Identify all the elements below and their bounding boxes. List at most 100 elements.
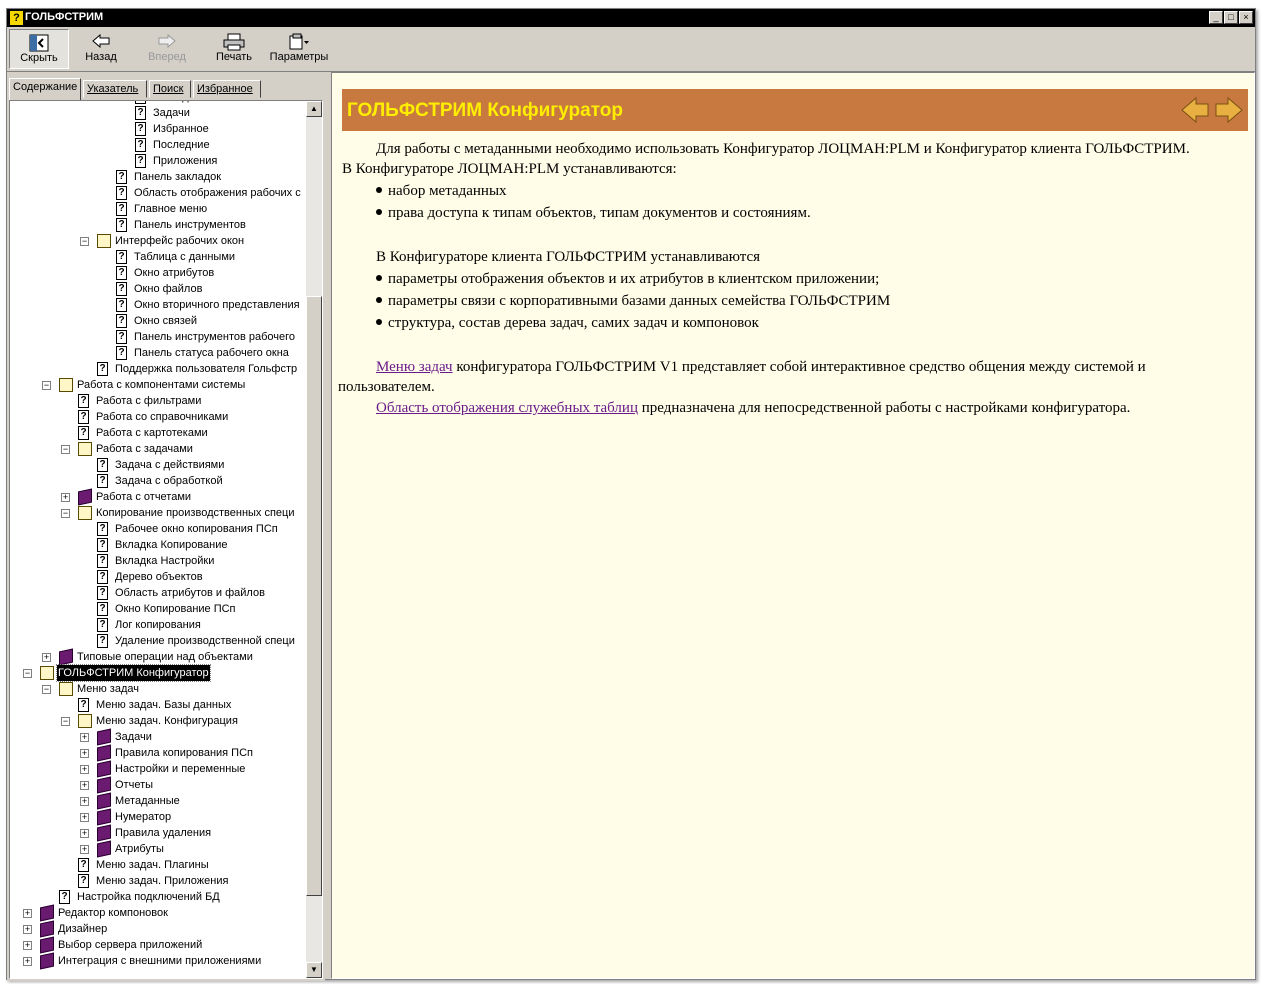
list-item: набор метаданных [376,181,507,201]
tree-item-label: Настройки и переменные [115,763,246,775]
tree-item-label: Окно файлов [134,283,203,295]
topic-title: ГОЛЬФСТРИМ Конфигуратор [347,100,623,121]
expand-icon[interactable]: + [23,925,32,934]
scroll-down-button[interactable]: ▼ [306,962,322,978]
tab-index[interactable]: Указатель [83,80,147,98]
open-book-icon [59,378,73,392]
paragraph-task-menu-2: пользователем. [338,379,435,395]
closed-book-icon [97,760,111,778]
tree-item-label: ГОЛЬФСТРИМ Конфигуратор [56,664,211,682]
help-page-icon: ? [116,314,127,328]
forward-label: Вперед [148,51,186,63]
minimize-button[interactable]: _ [1209,11,1223,24]
closed-book-icon [97,824,111,842]
expand-icon[interactable]: + [80,781,89,790]
service-tables-link[interactable]: Область отображения служебных таблиц [376,400,638,416]
open-book-icon [40,666,54,680]
tree-scrollbar[interactable]: ▲ ▼ [306,101,322,978]
expand-icon[interactable]: + [80,749,89,758]
close-button[interactable]: × [1239,11,1253,24]
scroll-up-button[interactable]: ▲ [306,101,322,117]
help-page-icon: ? [97,474,108,488]
collapse-icon[interactable]: − [80,237,89,246]
tree-item-label: Метаданные [115,795,180,807]
list-item: права доступа к типам объектов, типам до… [376,203,811,223]
scroll-thumb[interactable] [306,296,322,896]
collapse-icon[interactable]: − [42,381,51,390]
collapse-icon[interactable]: − [61,445,70,454]
tab-search[interactable]: Поиск [149,80,191,98]
help-page-icon: ? [116,170,127,184]
expand-icon[interactable]: + [80,829,89,838]
help-page-icon: ? [116,346,127,360]
closed-book-icon [97,744,111,762]
collapse-icon[interactable]: − [23,669,32,678]
help-page-icon: ? [97,538,108,552]
expand-icon[interactable]: + [80,813,89,822]
expand-icon[interactable]: + [80,797,89,806]
collapse-icon[interactable]: − [42,685,51,694]
help-page-icon: ? [135,122,146,136]
tree-item-label: Дизайнер [58,923,108,935]
back-label: Назад [85,51,117,63]
open-book-icon [78,506,92,520]
options-button[interactable]: Параметры [267,29,331,69]
tree-item-label: Задача с обработкой [115,475,223,487]
closed-book-icon [40,952,54,970]
closed-book-icon [97,792,111,810]
closed-book-icon [40,904,54,922]
back-arrow-icon [75,33,127,51]
tab-favorites[interactable]: Избранное [193,80,261,98]
collapse-icon[interactable]: − [61,717,70,726]
help-page-icon: ? [135,154,146,168]
task-menu-link[interactable]: Меню задач [376,359,453,375]
help-page-icon: ? [59,890,70,904]
options-label: Параметры [269,51,329,63]
help-page-icon: ? [97,586,108,600]
tree-item-label: Лог копирования [115,619,201,631]
hide-button[interactable]: Скрыть [9,29,69,69]
closed-book-icon [97,840,111,858]
next-topic-icon[interactable] [1214,95,1244,125]
tree-item-label: Окно атрибутов [134,267,215,279]
topic-pane: ГОЛЬФСТРИМ Конфигуратор Для работы с мет… [331,72,1255,979]
help-page-icon: ? [78,426,89,440]
expand-icon[interactable]: + [23,941,32,950]
expand-icon[interactable]: + [61,493,70,502]
paragraph-intro-2: В Конфигураторе ЛОЦМАН:PLM устанавливают… [342,161,677,177]
tree-item-label: Работа со справочниками [96,411,229,423]
tree-item-label: Задачи [115,731,152,743]
back-button[interactable]: Назад [75,29,127,69]
expand-icon[interactable]: + [80,733,89,742]
forward-button[interactable]: Вперед [139,29,195,69]
tree-item-label: Правила удаления [115,827,212,839]
expand-icon[interactable]: + [42,653,51,662]
tree-item-label: Меню задач [77,683,139,695]
help-page-icon: ? [97,570,108,584]
tree-item-label: Область атрибутов и файлов [115,587,265,599]
help-page-icon: ? [97,618,108,632]
help-page-icon: ? [135,101,146,104]
expand-icon[interactable]: + [23,957,32,966]
expand-icon[interactable]: + [80,845,89,854]
prev-topic-icon[interactable] [1180,95,1210,125]
tree-item-label: Вкладка Настройки [115,555,215,567]
tree-item-label: Задачи [153,107,190,119]
tree-item-label: Приложения [153,155,218,167]
open-book-icon [78,442,92,456]
print-button[interactable]: Печать [209,29,259,69]
tab-contents[interactable]: Содержание [9,78,81,100]
closed-book-icon [97,728,111,746]
maximize-button[interactable]: □ [1224,11,1238,24]
tree-item-label: Работа с компонентами системы [77,379,246,391]
expand-icon[interactable]: + [23,909,32,918]
expand-icon[interactable]: + [80,765,89,774]
tree-item-label: Окно Копирование ПСп [115,603,236,615]
help-page-icon: ? [97,458,108,472]
collapse-icon[interactable]: − [61,509,70,518]
list-item: параметры отображения объектов и их атри… [376,269,879,289]
tree-item-label: Панель инструментов рабочего [134,331,296,343]
tree-item-label: Работа с картотеками [96,427,208,439]
tree-item-label: Окно связей [134,315,197,327]
help-page-icon: ? [78,394,89,408]
